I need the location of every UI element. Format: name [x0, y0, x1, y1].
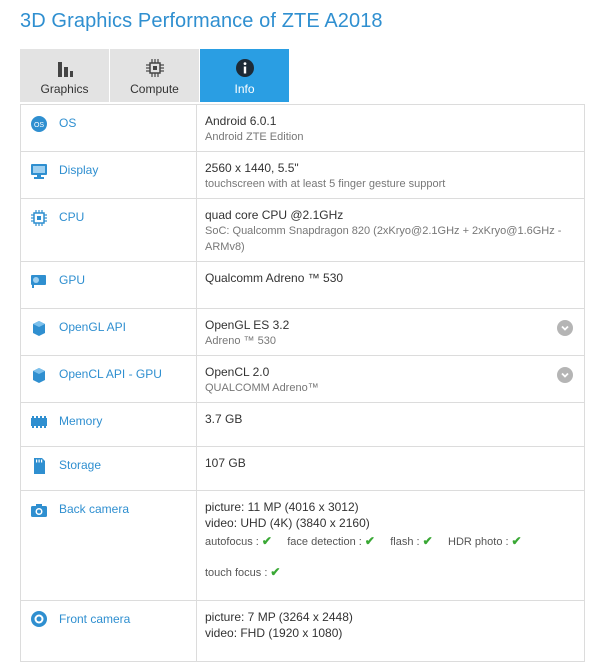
tab-info[interactable]: Info	[200, 49, 289, 102]
cpu-soc: SoC: Qualcomm Snapdragon 820 (2xKryo@2.1…	[205, 225, 562, 237]
tab-info-label: Info	[234, 82, 255, 96]
row-memory: Memory 3.7 GB	[21, 403, 584, 447]
storage-icon	[29, 456, 49, 476]
opencl-expand-chevron-icon[interactable]	[557, 367, 573, 383]
row-storage-label: Storage	[59, 458, 102, 472]
back-camera-video: video: UHD (4K) (3840 x 2160)	[205, 516, 370, 530]
android-os-icon: OS	[29, 114, 49, 134]
memory-size: 3.7 GB	[205, 412, 243, 426]
row-opengl-label: OpenGL API	[59, 320, 126, 334]
cube-icon	[29, 318, 49, 338]
opencl-device: QUALCOMM Adreno™	[205, 382, 319, 394]
row-display: Display 2560 x 1440, 5.5" touchscreen wi…	[21, 152, 584, 199]
cpu-cores: quad core CPU @2.1GHz	[205, 208, 344, 222]
os-edition: Android ZTE Edition	[205, 131, 304, 143]
opengl-version: OpenGL ES 3.2	[205, 318, 290, 332]
feature-flash: flash : ✔	[390, 534, 433, 548]
cpu-arch: ARMv8)	[205, 241, 245, 253]
tab-graphics[interactable]: Graphics	[20, 49, 109, 102]
check-icon: ✔	[422, 534, 433, 548]
feature-hdr-photo: HDR photo : ✔	[448, 534, 522, 548]
row-front-camera-label: Front camera	[59, 612, 131, 626]
opengl-renderer: Adreno ™ 530	[205, 335, 276, 347]
cpu-icon	[29, 208, 49, 228]
row-opencl-label: OpenCL API - GPU	[59, 367, 162, 381]
feature-autofocus: autofocus : ✔	[205, 534, 272, 548]
chip-icon	[145, 57, 165, 79]
device-info-table: OS OS Android 6.0.1 Android ZTE Edition …	[20, 104, 585, 662]
opencl-version: OpenCL 2.0	[205, 365, 270, 379]
row-cpu-label: CPU	[59, 210, 85, 224]
row-gpu-label: GPU	[59, 273, 86, 287]
tab-graphics-label: Graphics	[40, 82, 89, 96]
front-camera-video: video: FHD (1920 x 1080)	[205, 626, 343, 640]
feature-touch-focus: touch focus : ✔	[205, 565, 281, 579]
gpu-icon	[29, 271, 49, 291]
row-os: OS OS Android 6.0.1 Android ZTE Edition	[21, 105, 584, 152]
row-storage: Storage 107 GB	[21, 447, 584, 491]
front-camera-picture: picture: 7 MP (3264 x 2448)	[205, 610, 353, 624]
gpu-name: Qualcomm Adreno ™ 530	[205, 271, 344, 285]
svg-text:OS: OS	[34, 122, 44, 129]
row-opencl: OpenCL API - GPU OpenCL 2.0 QUALCOMM Adr…	[21, 356, 584, 403]
row-display-label: Display	[59, 163, 99, 177]
info-icon	[235, 57, 255, 79]
storage-size: 107 GB	[205, 456, 246, 470]
row-back-camera-label: Back camera	[59, 502, 130, 516]
camera-icon	[29, 500, 49, 520]
bar-chart-icon	[56, 57, 74, 79]
feature-face-detection: face detection : ✔	[287, 534, 375, 548]
page-title: 3D Graphics Performance of ZTE A2018	[20, 10, 383, 32]
tab-compute[interactable]: Compute	[110, 49, 199, 102]
check-icon: ✔	[511, 534, 522, 548]
row-os-label: OS	[59, 116, 77, 130]
tab-compute-label: Compute	[130, 82, 179, 96]
row-opengl: OpenGL API OpenGL ES 3.2 Adreno ™ 530	[21, 309, 584, 356]
row-gpu: GPU Qualcomm Adreno ™ 530	[21, 262, 584, 309]
row-front-camera: Front camera picture: 7 MP (3264 x 2448)…	[21, 601, 584, 662]
os-version: Android 6.0.1	[205, 114, 277, 128]
display-resolution: 2560 x 1440, 5.5"	[205, 161, 299, 175]
check-icon: ✔	[270, 565, 281, 579]
row-cpu: CPU quad core CPU @2.1GHz SoC: Qualcomm …	[21, 199, 584, 262]
row-memory-label: Memory	[59, 414, 103, 428]
memory-icon	[29, 412, 49, 432]
front-camera-icon	[29, 609, 49, 629]
cube-icon	[29, 365, 49, 385]
back-camera-features: autofocus : ✔ face detection : ✔ flash : ✔ …	[205, 533, 584, 550]
row-back-camera: Back camera picture: 11 MP (4016 x 3012)…	[21, 491, 584, 601]
back-camera-picture: picture: 11 MP (4016 x 3012)	[205, 500, 359, 514]
tab-bar: Graphics Compute Info	[20, 49, 290, 102]
check-icon: ✔	[261, 534, 272, 548]
opengl-expand-chevron-icon[interactable]	[557, 320, 573, 336]
monitor-icon	[29, 161, 49, 181]
check-icon: ✔	[364, 534, 375, 548]
display-touch: touchscreen with at least 5 finger gestu…	[205, 178, 446, 190]
